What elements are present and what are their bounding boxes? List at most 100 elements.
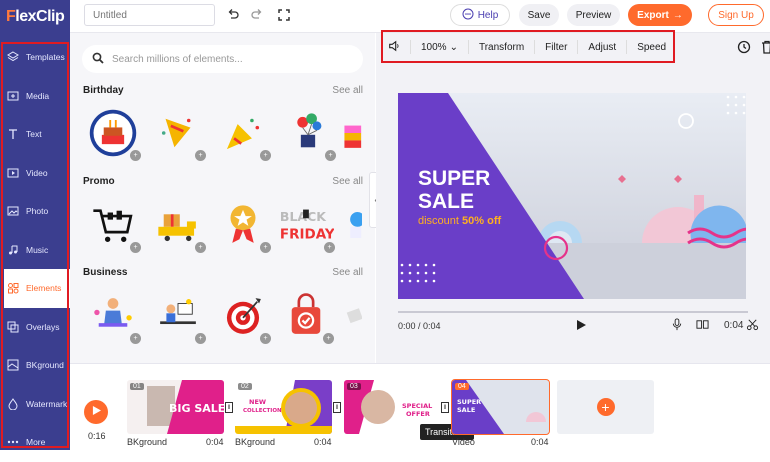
elements-panel: Search millions of elements... Birthday …	[70, 33, 375, 363]
sidebar-item-video[interactable]: Video	[0, 154, 70, 193]
see-all-promo-link[interactable]: See all	[332, 176, 363, 187]
section-title-birthday: Birthday	[83, 85, 124, 96]
add-icon: +	[260, 150, 271, 161]
element-target[interactable]: +	[215, 288, 271, 344]
transition-icon[interactable]: ‖	[441, 402, 449, 413]
timeline-play-button[interactable]	[84, 400, 108, 424]
chat-icon	[462, 8, 474, 23]
trash-icon[interactable]	[761, 40, 770, 54]
sidebar-item-more[interactable]: More	[0, 423, 70, 462]
svg-text:NEW: NEW	[249, 398, 266, 406]
element-party-hat[interactable]: +	[150, 105, 206, 161]
element-office-desk[interactable]: +	[150, 288, 206, 344]
speed-button[interactable]: Speed	[627, 40, 676, 54]
sidebar-item-label: Media	[26, 90, 50, 101]
element-balloons[interactable]: +	[280, 105, 336, 161]
preview-button[interactable]: Preview	[567, 4, 620, 26]
app-logo[interactable]: FlexClip	[0, 0, 70, 33]
clock-icon[interactable]	[737, 40, 751, 54]
video-canvas[interactable]: SUPER SALE discount 50% off	[398, 93, 746, 299]
sidebar-item-label: More	[26, 437, 46, 448]
split-icon[interactable]	[696, 318, 709, 334]
scissors-icon[interactable]	[746, 318, 759, 334]
transition-icon[interactable]: ‖	[225, 402, 233, 413]
svg-text:SALE: SALE	[457, 406, 475, 414]
project-title-input[interactable]	[84, 4, 215, 26]
element-person-laptop[interactable]: +	[85, 288, 141, 344]
element-paper-partial[interactable]	[342, 288, 362, 344]
element-bag-partial[interactable]	[342, 197, 362, 253]
sidebar: FlexClip Templates Media Text Video Phot…	[0, 0, 70, 450]
element-cart[interactable]: +	[85, 197, 141, 253]
add-icon: +	[130, 242, 141, 253]
transition-icon[interactable]: ‖	[333, 402, 341, 413]
sidebar-item-music[interactable]: Music	[0, 231, 70, 270]
sidebar-item-overlays[interactable]: Overlays	[0, 308, 70, 347]
sidebar-item-media[interactable]: Media	[0, 77, 70, 116]
video-icon	[7, 167, 19, 179]
fullscreen-icon[interactable]	[277, 8, 291, 22]
see-all-business-link[interactable]: See all	[332, 267, 363, 278]
clip-duration: 0:04	[531, 437, 549, 447]
media-icon	[7, 90, 19, 102]
element-confetti[interactable]: +	[215, 105, 271, 161]
clip-duration: 0:04	[314, 437, 332, 447]
export-button[interactable]: Export →	[628, 4, 692, 26]
filter-button[interactable]: Filter	[535, 40, 579, 54]
undo-icon[interactable]	[226, 8, 240, 22]
add-icon: +	[130, 150, 141, 161]
photo-icon	[7, 205, 19, 217]
signup-button[interactable]: Sign Up	[708, 4, 764, 26]
add-icon: +	[324, 242, 335, 253]
element-black-friday[interactable]: BLACK FRIDAY +	[275, 197, 335, 253]
see-all-birthday-link[interactable]: See all	[332, 85, 363, 96]
slide-discount-text[interactable]: discount 50% off	[418, 215, 501, 227]
add-icon: +	[195, 242, 206, 253]
timeline-clip-4[interactable]: SUPER SALE 04	[451, 379, 550, 435]
sidebar-item-templates[interactable]: Templates	[0, 38, 70, 77]
slide-headline[interactable]: SUPER SALE	[418, 167, 490, 213]
element-badge-star[interactable]: +	[215, 197, 271, 253]
zoom-dropdown[interactable]: 100% ⌄	[411, 40, 469, 54]
music-icon	[7, 244, 19, 256]
layers-icon	[7, 51, 19, 63]
sidebar-item-bkground[interactable]: BKground	[0, 346, 70, 385]
sidebar-item-label: Text	[26, 129, 42, 140]
play-icon[interactable]	[575, 319, 587, 334]
element-shopping-bag[interactable]: +	[278, 288, 334, 344]
element-truck-gift[interactable]: +	[150, 197, 206, 253]
adjust-button[interactable]: Adjust	[578, 40, 628, 54]
help-button[interactable]: Help	[450, 4, 510, 26]
clip-label: Video	[452, 437, 475, 447]
timeline-clip-2[interactable]: NEW COLLECTION 02	[235, 380, 332, 434]
sidebar-item-label: Video	[26, 167, 48, 178]
element-cake[interactable]: +	[85, 105, 141, 161]
arrow-right-icon: →	[672, 9, 683, 21]
sidebar-item-label: Photo	[26, 206, 49, 217]
add-icon: +	[130, 333, 141, 344]
redo-icon[interactable]	[250, 8, 264, 22]
text-icon	[7, 128, 19, 140]
sidebar-item-photo[interactable]: Photo	[0, 192, 70, 231]
preview-toolbar: 100% ⌄ Transform Filter Adjust Speed	[382, 33, 674, 61]
svg-text:FRIDAY: FRIDAY	[280, 227, 334, 243]
sidebar-item-label: Elements	[26, 283, 62, 294]
sidebar-item-label: BKground	[26, 360, 64, 371]
sidebar-item-text[interactable]: Text	[0, 115, 70, 154]
transform-button[interactable]: Transform	[469, 40, 536, 54]
timeline-clip-1[interactable]: BIG SALE 01	[127, 380, 224, 434]
save-button[interactable]: Save	[519, 4, 559, 26]
sidebar-item-watermark[interactable]: Watermark	[0, 385, 70, 424]
microphone-icon[interactable]	[671, 318, 683, 334]
volume-button[interactable]	[382, 40, 411, 54]
sidebar-item-label: Music	[26, 244, 49, 255]
overlays-icon	[7, 321, 19, 333]
sidebar-item-label: Templates	[26, 52, 65, 63]
search-icon	[92, 52, 104, 67]
clip-label: BKground	[235, 437, 276, 447]
add-clip-button[interactable]: +	[557, 380, 654, 434]
progress-bar[interactable]	[398, 311, 748, 313]
element-cake-partial[interactable]	[338, 105, 362, 161]
sidebar-item-elements[interactable]: Elements	[4, 269, 70, 308]
search-input[interactable]: Search millions of elements...	[82, 45, 363, 73]
